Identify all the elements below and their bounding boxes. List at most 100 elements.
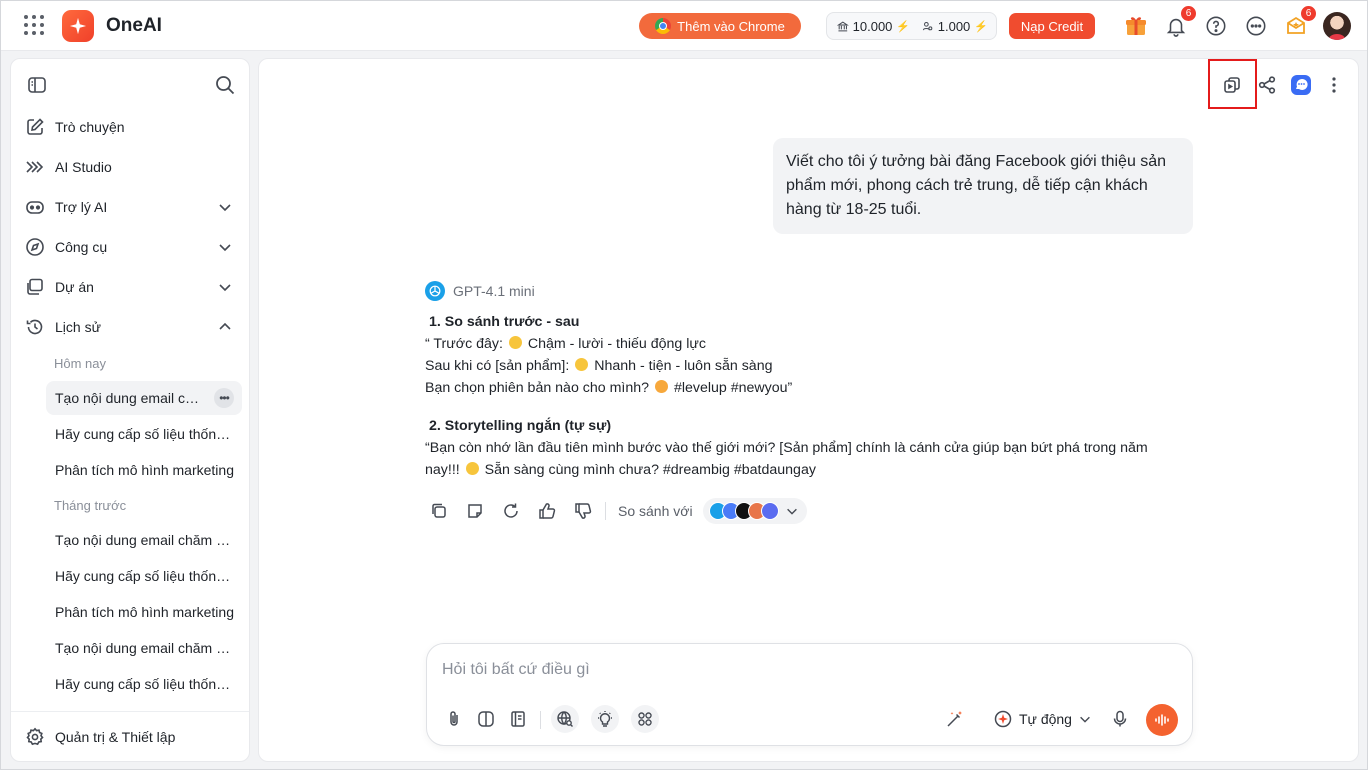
chevron-down-icon [219, 204, 231, 212]
admin-settings-label: Quản trị & Thiết lập [55, 729, 176, 745]
answer-text: Nhanh - tiện - luôn sẵn sàng [594, 358, 773, 374]
compare-models-selector[interactable] [702, 498, 807, 524]
emoji-icon [654, 380, 668, 393]
history-icon [25, 317, 45, 337]
microphone-icon[interactable] [1106, 705, 1134, 733]
answer-line: nay!!! Sẵn sàng cùng mình chưa? #dreambi… [425, 459, 1185, 481]
answer-line: Bạn chọn phiên bản nào cho mình? #levelu… [425, 377, 1185, 399]
nav-history-label: Lịch sử [55, 319, 101, 335]
history-item-title: Hãy cung cấp số liệu thống kê [55, 568, 235, 584]
oneai-logo[interactable] [62, 10, 94, 42]
answer-text: Sau khi có [sản phẩm]: [425, 358, 570, 374]
thumbs-down-icon[interactable] [573, 501, 593, 521]
history-item-title: Tạo nội dung email chăm sóc khách hàng [55, 532, 235, 548]
users-icon [923, 21, 933, 30]
add-to-chrome-button[interactable]: Thêm vào Chrome [639, 13, 801, 39]
nav-ai-assistant[interactable]: Trợ lý AI [25, 193, 237, 221]
reward-icon[interactable]: 6 [1284, 6, 1316, 38]
compass-icon [25, 237, 45, 257]
voice-mode-button[interactable] [1146, 704, 1178, 736]
emoji-icon [465, 462, 479, 475]
sidebar: Trò chuyện AI Studio Trợ lý AI Công cụ D… [10, 58, 250, 762]
mode-selector[interactable]: Tự động [993, 707, 1092, 731]
nav-chat[interactable]: Trò chuyện [25, 113, 237, 141]
history-item-title: Tạo nội dung email chăm sóc khách hàng [55, 390, 205, 406]
credit-balance[interactable]: 10.000 ⚡ 1.000 ⚡ [826, 12, 997, 40]
history-item[interactable]: Phân tích mô hình marketing [46, 595, 242, 629]
share-icon[interactable] [1255, 73, 1279, 97]
history-item[interactable]: Hãy cung cấp số liệu thống kê [46, 667, 242, 701]
bank-icon [837, 21, 849, 31]
note-icon[interactable] [465, 501, 485, 521]
history-section-last-month: Tháng trước [54, 498, 127, 513]
history-item[interactable]: Hãy cung cấp số liệu thống kê [46, 417, 242, 451]
magic-wand-icon[interactable] [941, 705, 969, 733]
gift-icon[interactable] [1124, 14, 1148, 38]
message-input[interactable] [442, 658, 1142, 682]
answer-text: Sẵn sàng cùng mình chưa? #dreambig #batd… [484, 462, 816, 478]
user-message: Viết cho tôi ý tưởng bài đăng Facebook g… [773, 138, 1193, 234]
document-icon[interactable] [504, 705, 532, 733]
attach-icon[interactable] [440, 705, 468, 733]
answer-line: “ Trước đây: Chậm - lười - thiếu động lự… [425, 333, 1185, 355]
thumbs-up-icon[interactable] [537, 501, 557, 521]
assistant-answer: 1. So sánh trước - sau “ Trước đây: Chậm… [425, 311, 1185, 481]
emoji-icon [508, 336, 522, 349]
history-item[interactable]: Tạo nội dung email chăm sóc khách hàng •… [46, 381, 242, 415]
answer-line: Sau khi có [sản phẩm]: Nhanh - tiện - lu… [425, 355, 1185, 377]
chevron-down-icon [219, 244, 231, 252]
more-options-icon[interactable]: ••• [214, 388, 234, 408]
answer-text: Chậm - lười - thiếu động lực [527, 336, 706, 352]
history-item-title: Hãy cung cấp số liệu thống kê [55, 426, 235, 442]
nav-ai-assistant-label: Trợ lý AI [55, 199, 108, 215]
folder-icon [25, 277, 45, 297]
chevron-down-icon [219, 284, 231, 292]
auto-mode-icon [994, 710, 1012, 728]
apps-icon[interactable] [631, 705, 659, 733]
mode-label: Tự động [1019, 711, 1072, 727]
bolt-icon: ⚡ [974, 20, 988, 33]
split-view-icon[interactable] [472, 705, 500, 733]
emoji-icon [575, 358, 589, 371]
user-avatar[interactable] [1323, 12, 1351, 40]
nav-tools-label: Công cụ [55, 239, 108, 255]
waveform-icon [1155, 714, 1169, 726]
nav-ai-studio[interactable]: AI Studio [25, 153, 237, 181]
bot-icon [25, 197, 45, 217]
credit-b-value: 1.000 [937, 18, 971, 34]
nav-projects-label: Dự án [55, 279, 94, 295]
bell-icon[interactable]: 6 [1164, 6, 1196, 38]
more-icon[interactable] [1244, 14, 1268, 38]
history-item[interactable]: Tạo nội dung email chăm sóc khách hàng [46, 631, 242, 665]
regenerate-icon[interactable] [501, 501, 521, 521]
compare-label[interactable]: So sánh với [618, 503, 693, 519]
nav-projects[interactable]: Dự án [25, 273, 237, 301]
answer-line: “Bạn còn nhớ lần đầu tiên mình bước vào … [425, 440, 1148, 456]
messenger-icon[interactable] [1289, 73, 1313, 97]
answer-text: Bạn chọn phiên bản nào cho mình? [425, 380, 650, 396]
history-item-title: Phân tích mô hình marketing [55, 604, 234, 620]
history-item[interactable]: Tạo nội dung email chăm sóc khách hàng [46, 523, 242, 557]
topup-credit-button[interactable]: Nạp Credit [1009, 13, 1095, 39]
model-name: GPT-4.1 mini [453, 283, 535, 299]
help-icon[interactable] [1204, 14, 1228, 38]
copy-icon[interactable] [429, 501, 449, 521]
nav-tools[interactable]: Công cụ [25, 233, 237, 261]
answer-text: nay!!! [425, 462, 460, 478]
answer-text: #levelup #newyou” [673, 380, 793, 396]
apps-grid-icon[interactable] [23, 14, 45, 36]
toolbar-divider [605, 502, 606, 520]
sidebar-toggle-icon[interactable] [27, 75, 47, 95]
lightbulb-icon[interactable] [591, 705, 619, 733]
history-item[interactable]: Hãy cung cấp số liệu thống kê [46, 559, 242, 593]
composer-divider [540, 711, 541, 729]
nav-ai-studio-label: AI Studio [55, 159, 112, 175]
web-search-icon[interactable] [551, 705, 579, 733]
admin-settings-link[interactable]: Quản trị & Thiết lập [25, 725, 175, 749]
history-item[interactable]: Phân tích mô hình marketing [46, 453, 242, 487]
history-item-title: Phân tích mô hình marketing [55, 462, 234, 478]
nav-chat-label: Trò chuyện [55, 119, 125, 135]
nav-history[interactable]: Lịch sử [25, 313, 237, 341]
search-icon[interactable] [214, 74, 236, 96]
kebab-menu-icon[interactable] [1322, 73, 1346, 97]
